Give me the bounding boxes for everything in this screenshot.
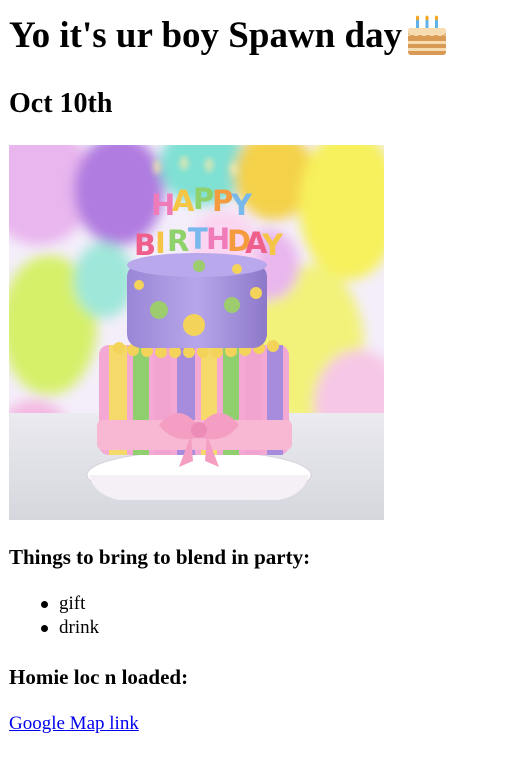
bullet-icon [41, 625, 48, 632]
svg-text:R: R [167, 224, 189, 258]
list-item: gift [41, 592, 99, 616]
google-map-link[interactable]: Google Map link [9, 712, 139, 736]
bullet-icon [41, 601, 48, 608]
svg-text:I: I [155, 226, 166, 260]
things-to-bring-list: gift drink [9, 592, 99, 640]
svg-text:T: T [188, 222, 208, 256]
location-heading: Homie loc n loaded: [9, 665, 189, 689]
list-item: drink [41, 616, 99, 640]
page-title-text: Yo it's ur boy Spawn day [9, 15, 403, 56]
birthday-cake-image: H A P P Y B I R T H D A Y [9, 145, 384, 520]
page-title: Yo it's ur boy Spawn day [9, 14, 448, 58]
birthday-cake-icon [406, 15, 448, 57]
svg-text:B: B [134, 228, 156, 262]
svg-text:Y: Y [261, 228, 284, 262]
date-heading: Oct 10th [9, 88, 113, 119]
things-to-bring-heading: Things to bring to blend in party: [9, 545, 311, 569]
svg-text:A: A [172, 184, 195, 218]
svg-text:Y: Y [230, 188, 253, 222]
